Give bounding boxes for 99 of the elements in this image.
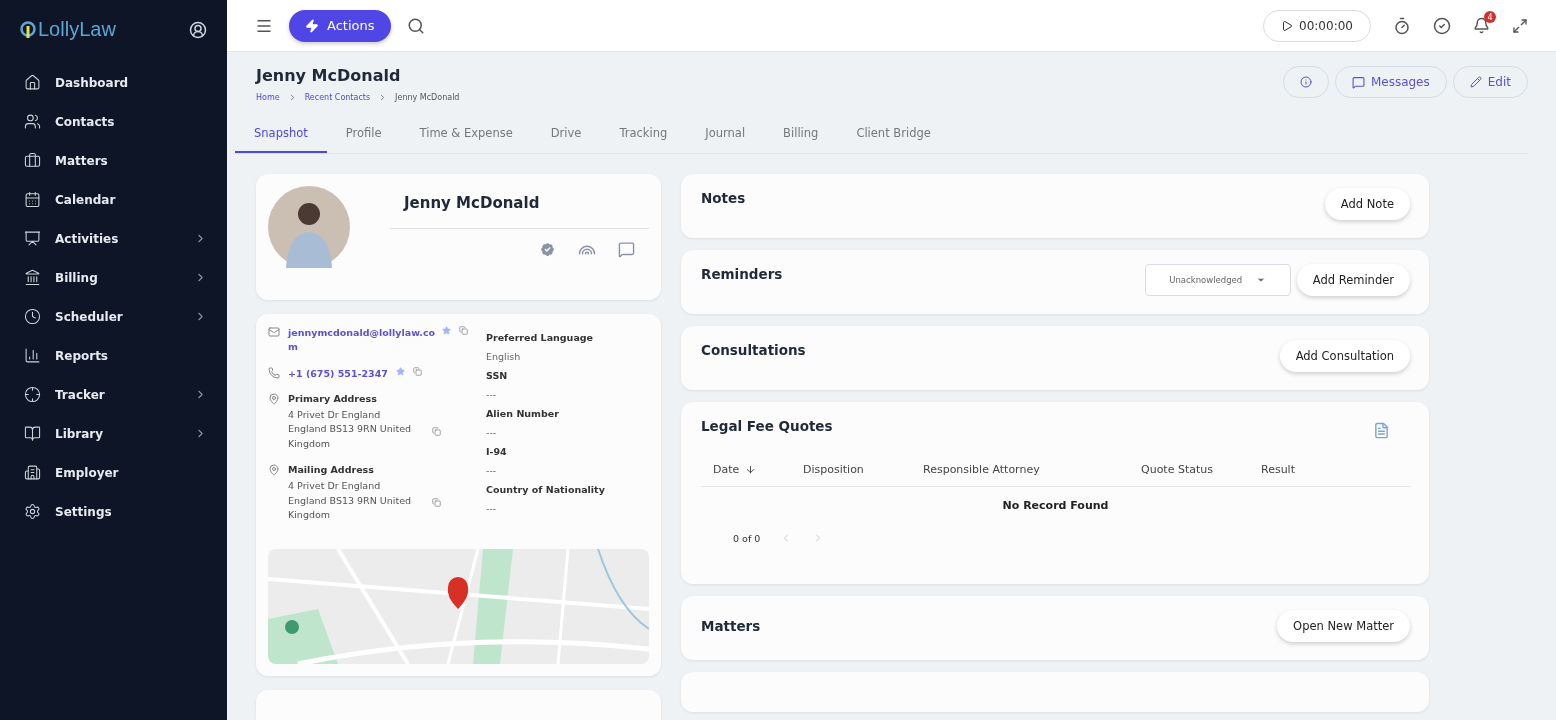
info-icon bbox=[1299, 76, 1312, 88]
card-title: Notes bbox=[701, 189, 746, 206]
column-header[interactable]: Result bbox=[1261, 463, 1398, 476]
field-label: Preferred Language bbox=[486, 332, 595, 343]
address-label: Primary Address bbox=[288, 392, 378, 404]
email-link[interactable]: jennymcdonald@lollylaw.co m bbox=[288, 326, 434, 355]
column-header[interactable]: Disposition bbox=[803, 463, 923, 476]
field-label: I-94 bbox=[486, 446, 508, 457]
address-label: Mailing Address bbox=[288, 463, 375, 475]
column-header[interactable]: Quote Status bbox=[1141, 463, 1261, 476]
check-circle-icon[interactable] bbox=[1433, 16, 1451, 35]
sidebar-item[interactable]: Scheduler bbox=[20, 297, 207, 336]
sidebar-item[interactable]: Settings bbox=[20, 492, 207, 531]
tab[interactable]: Journal bbox=[686, 116, 765, 153]
nav-icon bbox=[24, 464, 41, 481]
message-icon[interactable] bbox=[618, 241, 635, 258]
page-title: Jenny McDonald bbox=[256, 66, 402, 85]
nav-icon bbox=[24, 269, 41, 286]
phone-icon bbox=[268, 366, 280, 379]
field-label: SSN bbox=[486, 370, 509, 381]
sidebar-item[interactable]: Dashboard bbox=[20, 63, 207, 102]
field-value: English bbox=[486, 351, 522, 362]
tab[interactable]: Tracking bbox=[600, 116, 687, 153]
add-note-button[interactable]: Add Note bbox=[1324, 188, 1410, 220]
field-value: --- bbox=[486, 503, 498, 514]
caret-icon bbox=[1256, 275, 1267, 285]
copy-icon[interactable] bbox=[432, 426, 441, 436]
copy-icon[interactable] bbox=[412, 366, 422, 376]
sidebar-item[interactable]: Billing bbox=[20, 258, 207, 297]
stopwatch-icon[interactable] bbox=[1393, 16, 1411, 35]
open-matter-button[interactable]: Open New Matter bbox=[1277, 610, 1410, 642]
empty-message: No Record Found bbox=[1001, 498, 1110, 514]
tab[interactable]: Snapshot bbox=[235, 116, 327, 153]
report-icon[interactable] bbox=[1373, 422, 1390, 439]
tab[interactable]: Billing bbox=[764, 116, 838, 153]
nav-icon bbox=[24, 425, 41, 442]
star-icon[interactable] bbox=[442, 326, 451, 335]
notification-badge: 4 bbox=[1484, 11, 1496, 23]
field-value: --- bbox=[486, 427, 498, 438]
mail-icon bbox=[268, 326, 280, 338]
sidebar-item[interactable]: Activities bbox=[20, 219, 207, 258]
tab[interactable]: Client Bridge bbox=[837, 116, 950, 153]
copy-icon[interactable] bbox=[459, 326, 468, 335]
column-header[interactable]: Date bbox=[713, 463, 803, 476]
nav-icon bbox=[24, 191, 41, 208]
nav-icon bbox=[24, 308, 41, 325]
nav-icon bbox=[24, 74, 41, 91]
card-title: Consultations bbox=[701, 341, 806, 358]
address-value: 4 Privet Dr England England BS13 9RN United Kingdom bbox=[288, 407, 413, 452]
star-icon[interactable] bbox=[395, 366, 405, 376]
nav-icon bbox=[24, 230, 41, 247]
sidebar-item[interactable]: Reports bbox=[20, 336, 207, 375]
column-header[interactable]: Responsible Attorney bbox=[923, 463, 1141, 476]
field-label: Country of Nationality bbox=[486, 484, 606, 495]
address-value: 4 Privet Dr England England BS13 9RN United Kingdom bbox=[288, 478, 413, 523]
tab[interactable]: Profile bbox=[326, 116, 401, 153]
card-title: Reminders bbox=[701, 265, 783, 282]
play-icon bbox=[1281, 19, 1294, 32]
phone-link[interactable]: +1 (675) 551-2347 bbox=[288, 366, 388, 381]
pin-icon bbox=[268, 463, 280, 476]
pencil-icon bbox=[1469, 76, 1482, 88]
nav-icon bbox=[24, 152, 41, 169]
bell-icon[interactable] bbox=[1473, 17, 1490, 34]
page-count: 0 of 0 bbox=[733, 532, 761, 544]
contact-name: Jenny McDonald bbox=[390, 186, 649, 229]
timer-button[interactable]: 00:00:00 bbox=[1263, 9, 1371, 42]
nav-icon bbox=[24, 347, 41, 364]
add-reminder-button[interactable]: Add Reminder bbox=[1296, 264, 1410, 296]
user-icon[interactable] bbox=[189, 20, 207, 39]
tab[interactable]: Time & Expense bbox=[400, 116, 532, 153]
breadcrumb-link[interactable]: Recent Contacts bbox=[304, 93, 371, 102]
actions-button[interactable]: Actions bbox=[289, 9, 391, 42]
nav-icon bbox=[24, 386, 41, 403]
lightning-icon bbox=[305, 18, 319, 33]
logo: LollyLaw bbox=[20, 18, 116, 41]
nav-icon bbox=[24, 113, 41, 130]
fullscreen-icon[interactable] bbox=[1512, 17, 1528, 34]
field-value: --- bbox=[486, 389, 498, 400]
field-value: --- bbox=[486, 465, 498, 476]
sidebar-item[interactable]: Matters bbox=[20, 141, 207, 180]
pin-icon bbox=[268, 392, 280, 405]
nav-icon bbox=[24, 503, 41, 520]
sidebar-item[interactable]: Employer bbox=[20, 453, 207, 492]
breadcrumb-link[interactable]: Home bbox=[256, 93, 280, 102]
status-dropdown[interactable]: Unacknowledged bbox=[1144, 264, 1291, 296]
sidebar-item[interactable]: Contacts bbox=[20, 102, 207, 141]
card-title: Legal Fee Quotes bbox=[701, 417, 833, 436]
tab[interactable]: Drive bbox=[531, 116, 601, 153]
sidebar-item[interactable]: Tracker bbox=[20, 375, 207, 414]
sidebar-item[interactable]: Library bbox=[20, 414, 207, 453]
search-icon[interactable] bbox=[406, 16, 425, 35]
message-icon bbox=[1351, 75, 1365, 89]
card-title: Matters bbox=[701, 617, 761, 634]
add-consultation-button[interactable]: Add Consultation bbox=[1279, 340, 1410, 372]
sidebar-item[interactable]: Calendar bbox=[20, 180, 207, 219]
copy-icon[interactable] bbox=[432, 497, 441, 507]
field-label: Alien Number bbox=[486, 408, 560, 419]
current-page-label: Jenny McDonald bbox=[395, 93, 460, 102]
sort-arrow-icon bbox=[745, 464, 757, 475]
